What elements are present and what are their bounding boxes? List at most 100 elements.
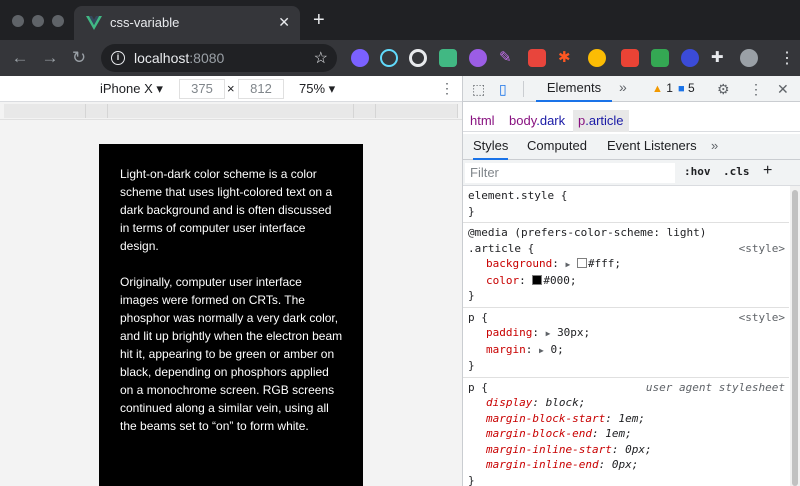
styles-pane: element.style { } @media (prefers-color-… (463, 186, 789, 486)
declaration-display: display: block; (486, 396, 586, 409)
tab-event-listeners[interactable]: Event Listeners (607, 134, 697, 160)
messages-badge[interactable]: ■ 5 (678, 81, 695, 95)
rule-close: } (468, 289, 475, 302)
tab-title: css-variable (110, 15, 180, 30)
zoom-select[interactable]: 75% ▾ (299, 81, 335, 97)
extension-y-icon[interactable] (588, 49, 606, 67)
ruler-segment[interactable] (354, 104, 376, 118)
declaration-margin-inline-start: margin-inline-start: 0px; (486, 442, 652, 456)
inspect-element-icon[interactable]: ⬚ (472, 81, 485, 98)
device-menu-icon[interactable]: ⋮ (440, 80, 454, 97)
more-subtabs-icon[interactable]: » (711, 134, 718, 160)
elements-subtabs: Styles Computed Event Listeners » (463, 134, 800, 160)
address-bar[interactable]: i localhost:8080 ☆ (101, 44, 337, 72)
extension-feather-icon[interactable]: ✎ (499, 49, 517, 67)
forward-arrow-icon[interactable]: → (38, 47, 62, 69)
ruler-segment[interactable] (4, 104, 86, 118)
declaration-margin[interactable]: margin: ▶ 0; (468, 342, 784, 359)
extension-check-icon[interactable] (351, 49, 369, 67)
declaration-margin-inline-end: margin-inline-end: 0px; (486, 458, 639, 471)
viewport-width-input[interactable]: 375 (179, 79, 225, 99)
extension-green-icon[interactable] (651, 49, 669, 67)
devtools-menu-icon[interactable]: ⋮ (749, 81, 763, 98)
settings-gear-icon[interactable]: ⚙ (717, 81, 730, 98)
extension-star-icon[interactable]: ✱ (558, 49, 576, 67)
close-devtools-icon[interactable]: ✕ (777, 81, 789, 98)
rule-source-link[interactable]: <style> (739, 310, 785, 326)
minimize-window-button[interactable] (32, 15, 44, 27)
class-toggle[interactable]: .cls (723, 165, 750, 178)
expand-arrow-icon[interactable]: ▶ (539, 346, 544, 355)
vue-logo-icon (86, 16, 102, 30)
declaration-margin-block-start: margin-block-start: 1em; (486, 411, 645, 425)
more-tabs-icon[interactable]: » (619, 79, 627, 95)
rule-source-link[interactable]: <style> (739, 241, 785, 257)
declaration-color[interactable]: color: #000; (468, 273, 784, 289)
breadcrumb-html[interactable]: html (465, 110, 500, 132)
device-select[interactable]: iPhone X ▾ (100, 81, 163, 97)
rule-p: p { <style> padding: ▶ 30px; margin: ▶ 0;… (463, 308, 789, 378)
viewport-height-input[interactable]: 812 (238, 79, 284, 99)
chrome-menu-icon[interactable]: ⋮ (779, 48, 795, 68)
breadcrumb-body[interactable]: body.dark (504, 110, 570, 132)
scrollbar-thumb[interactable] (792, 190, 798, 486)
close-window-button[interactable] (12, 15, 24, 27)
back-arrow-icon[interactable]: ← (8, 47, 32, 69)
rule-close: } (468, 473, 475, 486)
devtools-main-toolbar: ⬚ ▯ Elements » ▲ 1 ■ 5 ⚙ ⋮ ✕ (463, 76, 800, 102)
site-info-icon[interactable]: i (111, 51, 125, 65)
breadcrumb-p-article[interactable]: p.article (573, 110, 629, 132)
tab-computed[interactable]: Computed (527, 134, 587, 160)
browser-tab-active[interactable]: css-variable ✕ (74, 6, 300, 40)
user-agent-label: user agent stylesheet (645, 380, 785, 394)
rule-selector[interactable]: .article { (468, 242, 534, 255)
article: Light-on-dark color scheme is a color sc… (99, 144, 363, 435)
ruler-segment[interactable] (86, 104, 108, 118)
declaration-padding[interactable]: padding: ▶ 30px; (468, 325, 784, 342)
tab-close-icon[interactable]: ✕ (278, 14, 290, 31)
ruler-segment[interactable] (376, 104, 458, 118)
declaration-margin-block-end: margin-block-end: 1em; (486, 427, 632, 440)
rule-selector[interactable]: p { (468, 311, 488, 324)
react-devtools-icon[interactable] (380, 49, 398, 67)
expand-arrow-icon[interactable]: ▶ (546, 329, 551, 338)
ruler-segment[interactable] (108, 104, 354, 118)
tab-styles[interactable]: Styles (473, 134, 509, 160)
extension-purple-icon[interactable] (469, 49, 487, 67)
expand-arrow-icon[interactable]: ▶ (565, 260, 570, 269)
browser-tab-strip: css-variable ✕ + (0, 0, 800, 40)
color-swatch[interactable] (576, 258, 587, 268)
media-query: @media (prefers-color-scheme: light) (468, 226, 707, 239)
hover-state-toggle[interactable]: :hov (684, 165, 711, 178)
styles-filter-input[interactable]: Filter (465, 163, 675, 183)
device-toolbar: iPhone X ▾ 375 × 812 75% ▾ ⋮ (0, 76, 462, 102)
extension-ring-icon[interactable] (409, 49, 427, 67)
devtools-panel: ⬚ ▯ Elements » ▲ 1 ■ 5 ⚙ ⋮ ✕ html body.d… (463, 76, 800, 486)
new-tab-button[interactable]: + (313, 10, 325, 30)
profile-avatar[interactable] (740, 49, 758, 67)
extensions-puzzle-icon[interactable]: ✚ (711, 49, 729, 67)
reload-icon[interactable]: ↻ (67, 47, 91, 69)
vue-devtools-icon[interactable] (439, 49, 457, 67)
zoom-window-button[interactable] (52, 15, 64, 27)
rule-user-agent-p: p { user agent stylesheet display: block;… (463, 378, 789, 486)
extension-planet-icon[interactable] (681, 49, 699, 67)
rule-selector[interactable]: element.style { (468, 188, 784, 204)
rule-close: } (468, 359, 475, 372)
rule-selector: p { (468, 380, 488, 394)
extension-fe-icon[interactable] (528, 49, 546, 67)
device-toggle-icon[interactable]: ▯ (499, 81, 507, 98)
breadcrumb: html body.dark p.article (463, 110, 800, 132)
color-swatch[interactable] (532, 274, 543, 285)
bookmark-star-icon[interactable]: ☆ (314, 48, 328, 68)
styles-scrollbar[interactable] (790, 186, 800, 486)
media-query-ruler (0, 102, 462, 120)
rule-media-article: @media (prefers-color-scheme: light) .ar… (463, 223, 789, 308)
extension-pdf-icon[interactable] (621, 49, 639, 67)
warnings-badge[interactable]: ▲ 1 (652, 81, 673, 95)
tab-elements[interactable]: Elements (536, 76, 612, 102)
article-paragraph-1: Light-on-dark color scheme is a color sc… (120, 167, 333, 253)
new-style-rule-button[interactable]: + (763, 162, 772, 180)
declaration-background[interactable]: background: ▶ #fff; (468, 256, 784, 273)
toolbar-separator (523, 81, 524, 97)
